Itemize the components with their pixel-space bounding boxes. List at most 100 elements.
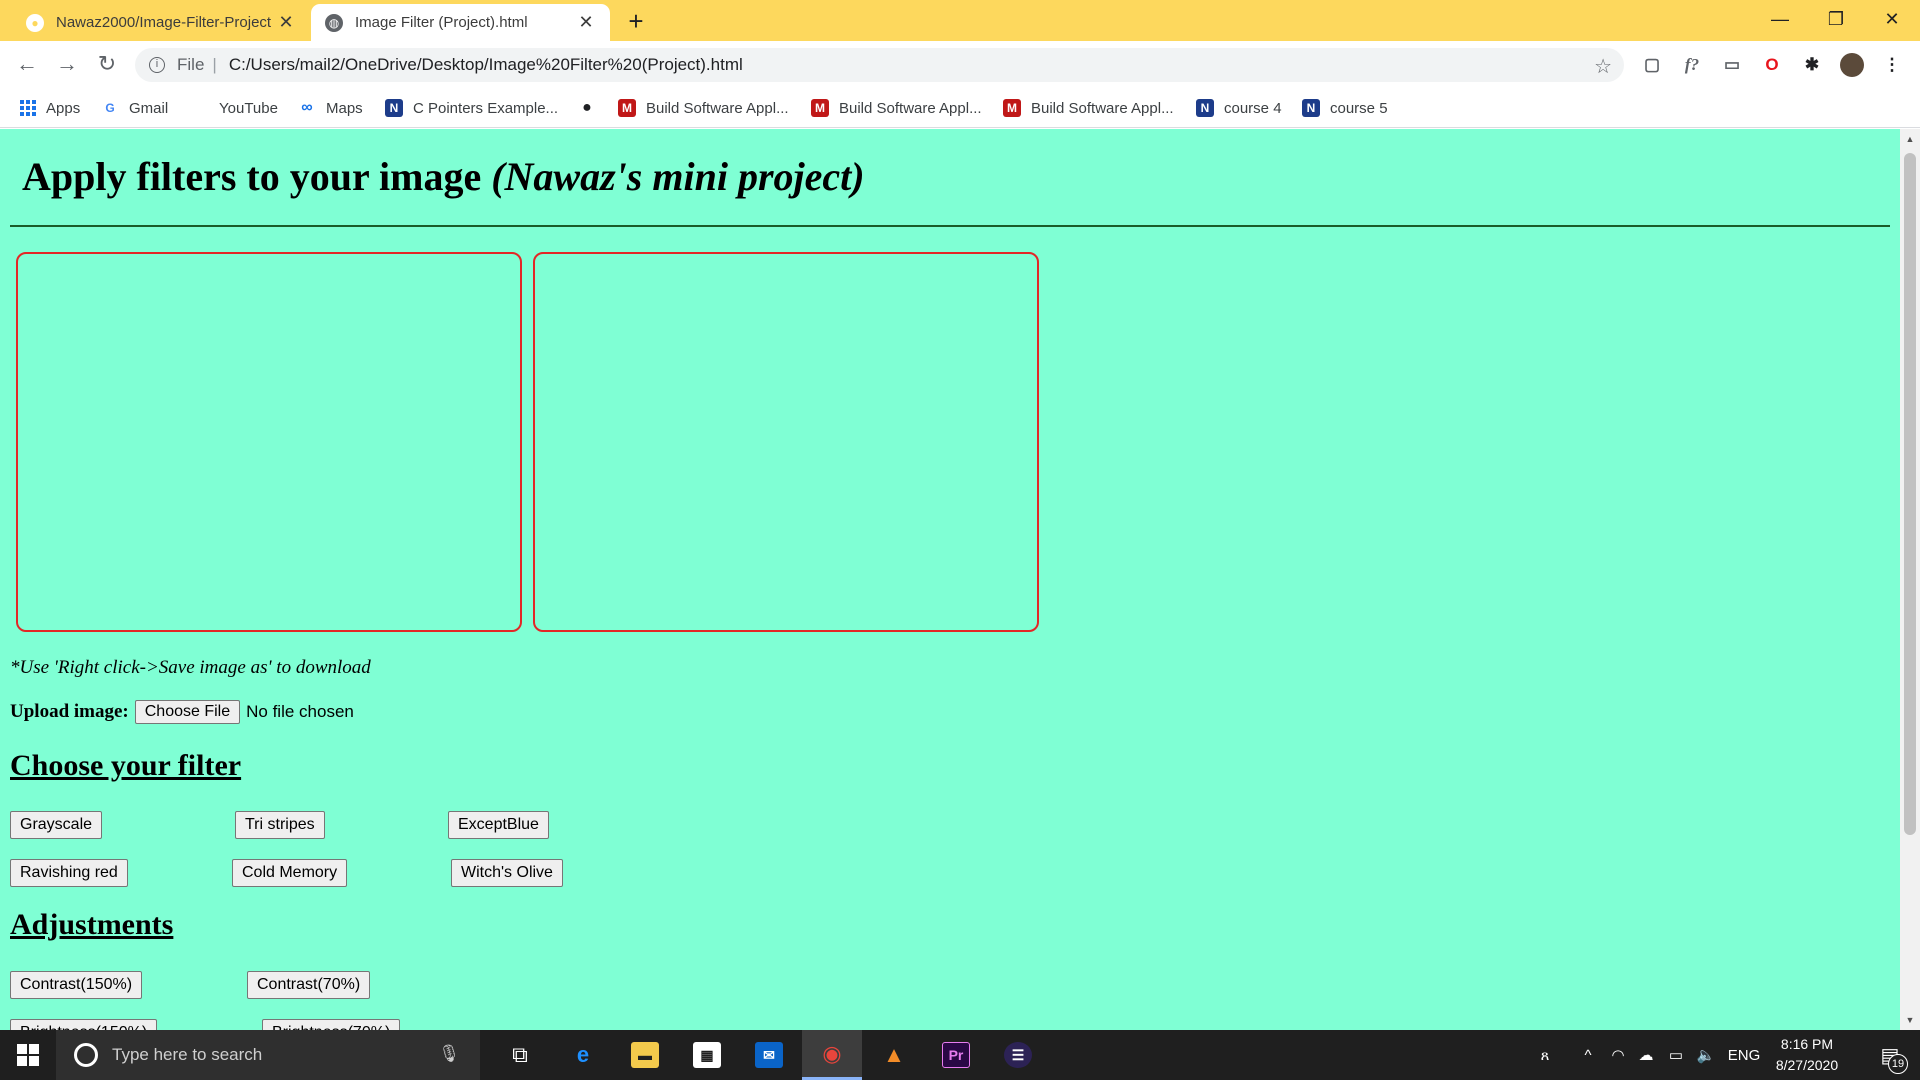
chrome-icon[interactable]: ◉	[802, 1030, 862, 1080]
bookmark-star-icon[interactable]: ☆	[1594, 54, 1612, 79]
formula-extension-icon[interactable]: f?	[1680, 53, 1704, 77]
matlab-icon[interactable]: ▲	[864, 1030, 924, 1080]
tab-image-filter[interactable]: ◍ Image Filter (Project).html ✕	[311, 4, 610, 41]
cast-icon[interactable]: ▭	[1720, 53, 1744, 77]
tab-title: Nawaz2000/Image-Filter-Project	[56, 14, 272, 31]
bookmark-build-software-3[interactable]: M Build Software Appl...	[1003, 96, 1174, 120]
bookmark-label: Build Software Appl...	[646, 99, 789, 117]
address-bar[interactable]: i File | C:/Users/mail2/OneDrive/Desktop…	[135, 48, 1624, 82]
battery-icon[interactable]: ▭	[1664, 1030, 1688, 1080]
brightness-70-button[interactable]: Brightness(70%)	[262, 1019, 401, 1030]
volume-icon[interactable]: 🔈	[1694, 1030, 1718, 1080]
choose-file-button[interactable]: Choose File	[134, 700, 241, 724]
page-title: Apply filters to your image (Nawaz's min…	[22, 153, 865, 200]
original-image-canvas[interactable]	[16, 252, 522, 632]
tab-close-icon[interactable]: ✕	[276, 12, 296, 33]
windows-taskbar: Type here to search 🎙 ⧉ e ▬ ▦ ✉ ◉ ▲ Pr ☰…	[0, 1030, 1920, 1080]
file-status: No file chosen	[246, 702, 354, 721]
adjustments-heading: Adjustments	[10, 908, 174, 941]
brightness-150-button[interactable]: Brightness(150%)	[10, 1019, 158, 1030]
new-tab-button[interactable]: +	[622, 7, 650, 35]
upload-row: Upload image: Choose File No file chosen	[10, 700, 354, 724]
bookmark-youtube[interactable]: YouTube	[191, 96, 278, 120]
tab-github[interactable]: ● Nawaz2000/Image-Filter-Project ✕	[12, 4, 310, 41]
language-indicator[interactable]: ENG	[1726, 1030, 1762, 1080]
bookmark-build-software-2[interactable]: M Build Software Appl...	[811, 96, 982, 120]
taskbar-search[interactable]: Type here to search 🎙	[56, 1030, 480, 1080]
site-info-icon[interactable]: i	[149, 57, 165, 73]
bookmark-label: YouTube	[219, 99, 278, 117]
bookmark-label: course 4	[1224, 99, 1282, 117]
file-explorer-icon[interactable]: ▬	[615, 1030, 675, 1080]
grayscale-button[interactable]: Grayscale	[10, 811, 103, 839]
cortana-icon	[74, 1043, 98, 1067]
tab-strip: ● Nawaz2000/Image-Filter-Project ✕ ◍ Ima…	[0, 0, 1920, 41]
reload-button[interactable]: ↻	[92, 49, 122, 79]
show-hidden-icons-chevron[interactable]: ^	[1576, 1030, 1600, 1080]
page-title-main: Apply filters to your image	[22, 154, 492, 199]
mcafee-icon: M	[1003, 99, 1021, 117]
back-button[interactable]: ←	[12, 49, 42, 79]
bookmark-label: Build Software Appl...	[1031, 99, 1174, 117]
url-text[interactable]: C:/Users/mail2/OneDrive/Desktop/Image%20…	[229, 55, 743, 75]
extensions-puzzle-icon[interactable]: ✱	[1800, 53, 1824, 77]
task-view-icon[interactable]: ⧉	[490, 1030, 550, 1080]
menu-icon[interactable]: ⋮	[1880, 53, 1904, 77]
people-icon[interactable]: ጸ	[1532, 1030, 1558, 1080]
windows-start-icon[interactable]	[0, 1030, 56, 1080]
youtube-icon	[191, 99, 209, 117]
bookmark-course-4[interactable]: N course 4	[1196, 96, 1282, 120]
filtered-image-canvas[interactable]	[533, 252, 1039, 632]
upload-label: Upload image:	[10, 701, 129, 722]
scrollbar-thumb[interactable]	[1904, 153, 1916, 835]
wifi-icon[interactable]: ◠	[1606, 1030, 1630, 1080]
minimize-button[interactable]: —	[1752, 0, 1808, 38]
bookmark-course-5[interactable]: N course 5	[1302, 96, 1388, 120]
apps-grid-icon	[20, 100, 36, 116]
opera-extension-icon[interactable]: O	[1760, 53, 1784, 77]
bookmark-label: Build Software Appl...	[839, 99, 982, 117]
google-icon: G	[105, 101, 115, 115]
forward-button[interactable]: →	[52, 49, 82, 79]
bookmark-apps[interactable]: Apps	[20, 96, 80, 120]
scroll-down-icon[interactable]: ▼	[1900, 1012, 1920, 1028]
github-icon: ●	[26, 13, 44, 32]
bookmark-maps[interactable]: ∞ Maps	[298, 96, 362, 120]
bookmark-label: C Pointers Example...	[413, 99, 559, 117]
url-separator: |	[212, 55, 217, 74]
bookmark-build-software-1[interactable]: M Build Software Appl...	[618, 96, 789, 120]
bookmark-label: Gmail	[129, 99, 169, 117]
contrast-150-button[interactable]: Contrast(150%)	[10, 971, 143, 999]
ravishing-red-button[interactable]: Ravishing red	[10, 859, 128, 887]
contrast-70-button[interactable]: Contrast(70%)	[247, 971, 371, 999]
eclipse-icon[interactable]: ☰	[988, 1030, 1048, 1080]
clock-time: 8:16 PM	[1780, 1036, 1834, 1052]
action-center-icon[interactable]: ▤ 19	[1862, 1030, 1918, 1080]
onedrive-icon[interactable]: ☁	[1634, 1030, 1658, 1080]
mail-icon[interactable]: ✉	[739, 1030, 799, 1080]
microsoft-store-icon[interactable]: ▦	[677, 1030, 737, 1080]
scroll-up-icon[interactable]: ▲	[1900, 131, 1920, 147]
restore-button[interactable]: ❐	[1808, 0, 1864, 38]
close-window-button[interactable]: ✕	[1864, 0, 1920, 38]
bookmark-label: Apps	[46, 99, 81, 117]
bookmark-gmail[interactable]: G Gmail	[101, 96, 168, 120]
taskbar-clock[interactable]: 8:16 PM 8/27/2020	[1762, 1034, 1852, 1076]
tab-close-icon[interactable]: ✕	[576, 12, 596, 33]
bookmark-globe[interactable]: ●	[578, 96, 606, 120]
microphone-icon[interactable]: 🎙	[438, 1044, 460, 1064]
page-scrollbar[interactable]: ▲ ▼	[1900, 129, 1920, 1030]
maps-icon: ∞	[301, 99, 313, 116]
pocket-extension-icon[interactable]: ▢	[1640, 53, 1664, 77]
tri-stripes-button[interactable]: Tri stripes	[235, 811, 325, 839]
edge-icon[interactable]: e	[553, 1030, 613, 1080]
page-viewport: Apply filters to your image (Nawaz's min…	[0, 129, 1900, 1030]
bookmark-c-pointers[interactable]: N C Pointers Example...	[385, 96, 558, 120]
witchs-olive-button[interactable]: Witch's Olive	[451, 859, 563, 887]
clock-date: 8/27/2020	[1775, 1057, 1839, 1073]
premiere-pro-icon[interactable]: Pr	[926, 1030, 986, 1080]
profile-avatar[interactable]	[1840, 53, 1864, 77]
cold-memory-button[interactable]: Cold Memory	[232, 859, 348, 887]
heading-divider	[10, 225, 1890, 227]
except-blue-button[interactable]: ExceptBlue	[448, 811, 549, 839]
